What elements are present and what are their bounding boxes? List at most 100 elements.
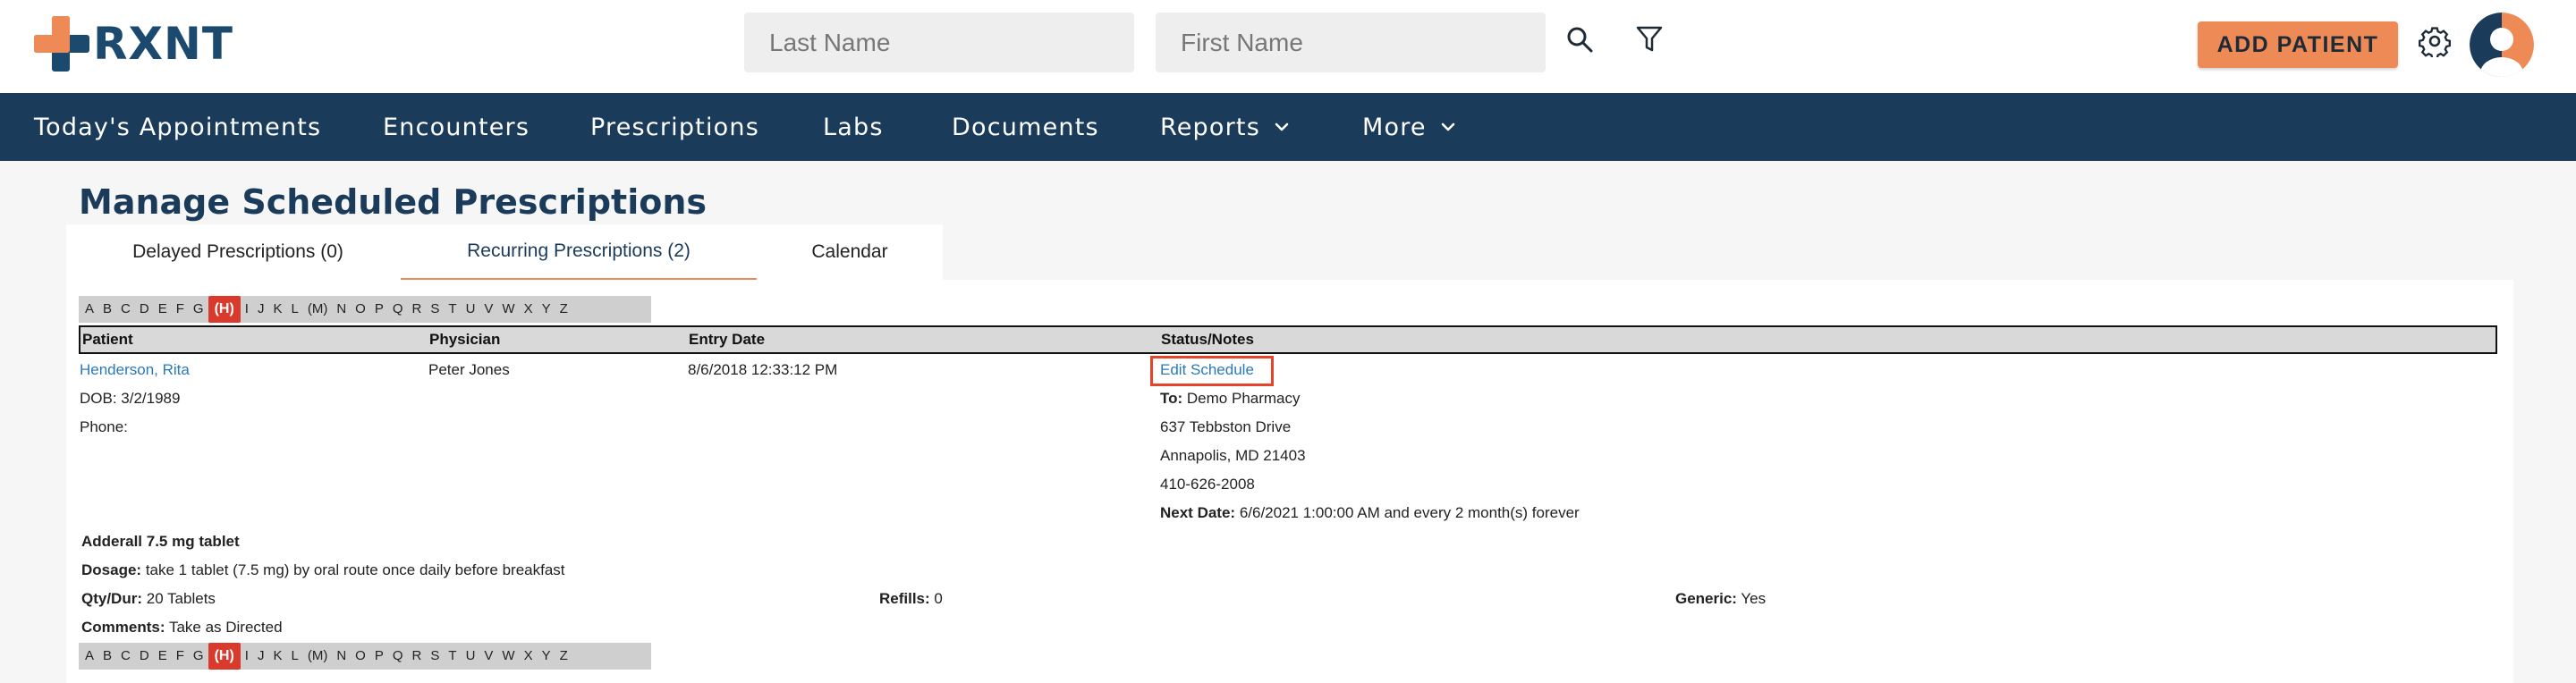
physician-name: Peter Jones [428,361,510,378]
nav-documents[interactable]: Documents [952,93,1099,161]
alpha-letter[interactable]: I [241,296,253,323]
nav-label: Prescriptions [590,113,759,141]
alpha-letter[interactable]: U [462,643,480,670]
alpha-letter[interactable]: G [189,643,208,670]
alpha-letter[interactable]: (M) [303,296,333,323]
nav-label: Documents [952,113,1099,141]
alpha-letter[interactable]: K [268,643,286,670]
alpha-letter[interactable]: R [408,643,427,670]
alpha-letter[interactable]: C [116,296,135,323]
alpha-letter[interactable]: T [444,643,461,670]
alpha-letter-selected[interactable]: (H) [208,643,241,670]
alpha-letter[interactable]: Y [538,296,555,323]
alpha-letter[interactable]: L [286,296,302,323]
alpha-letter[interactable]: P [370,296,388,323]
alpha-letter[interactable]: F [172,643,189,670]
first-name-input[interactable] [1156,13,1546,72]
alpha-letter[interactable]: X [520,296,538,323]
tab-calendar[interactable]: Calendar [757,224,943,280]
alpha-letter[interactable]: T [444,296,461,323]
alpha-letter[interactable]: G [189,296,208,323]
alpha-letter[interactable]: W [497,643,519,670]
alpha-letter-selected[interactable]: (H) [208,296,241,323]
alphabet-filter-bottom: A B C D E F G (H) I J K L (M) N O P Q R … [79,643,651,670]
alpha-letter[interactable]: J [253,643,269,670]
gear-icon[interactable] [2417,23,2453,59]
generic-label: Generic: [1675,590,1737,607]
nav-more[interactable]: More [1362,93,1455,161]
alpha-letter[interactable]: U [462,296,480,323]
alpha-letter[interactable]: P [370,643,388,670]
nav-encounters[interactable]: Encounters [383,93,530,161]
prescription-tabs: Delayed Prescriptions (0) Recurring Pres… [66,224,943,280]
patient-dob: DOB: 3/2/1989 [80,390,181,407]
alpha-letter[interactable]: C [116,643,135,670]
alpha-letter[interactable]: A [80,643,98,670]
alpha-letter[interactable]: (M) [303,643,333,670]
nav-label: More [1362,113,1427,141]
filter-icon[interactable] [1633,23,1665,55]
alpha-letter[interactable]: D [135,643,154,670]
alpha-letter[interactable]: Q [388,643,408,670]
alpha-letter[interactable]: B [98,296,116,323]
dosage-value: take 1 tablet (7.5 mg) by oral route onc… [145,561,565,578]
alpha-letter[interactable]: D [135,296,154,323]
alpha-letter[interactable]: O [351,296,370,323]
alpha-letter[interactable]: X [520,643,538,670]
drug-generic: Generic: Yes [1675,590,1766,608]
pharmacy-to: To: Demo Pharmacy [1160,390,1301,408]
alpha-letter[interactable]: A [80,296,98,323]
alpha-letter[interactable]: N [332,643,351,670]
alpha-letter[interactable]: E [154,296,172,323]
refills-value: 0 [934,590,943,607]
column-header-status: Status/Notes [1161,331,1254,348]
pharmacy-address-line1: 637 Tebbston Drive [1160,418,1292,435]
alpha-letter[interactable]: W [497,296,519,323]
search-icon[interactable] [1563,23,1596,55]
logo-text: RXNT [93,18,234,70]
dosage-label: Dosage: [81,561,142,578]
alpha-letter[interactable]: Q [388,296,408,323]
pharmacy-phone: 410-626-2008 [1160,476,1255,493]
nav-prescriptions[interactable]: Prescriptions [590,93,759,161]
alphabet-filter-top: A B C D E F G (H) I J K L (M) N O P Q R … [79,296,651,323]
alpha-letter[interactable]: R [408,296,427,323]
alpha-letter[interactable]: S [426,296,444,323]
alpha-letter[interactable]: Z [555,296,572,323]
alpha-letter[interactable]: E [154,643,172,670]
chevron-down-icon [1275,122,1289,132]
entry-date: 8/6/2018 12:33:12 PM [688,361,838,378]
next-date: Next Date: 6/6/2021 1:00:00 AM and every… [1160,504,1580,522]
patient-phone: Phone: [80,418,128,435]
alpha-letter[interactable]: N [332,296,351,323]
alpha-letter[interactable]: F [172,296,189,323]
nav-todays-appointments[interactable]: Today's Appointments [34,93,321,161]
column-header-patient: Patient [82,331,133,348]
alpha-letter[interactable]: Y [538,643,555,670]
tab-delayed-prescriptions[interactable]: Delayed Prescriptions (0) [66,224,410,280]
alpha-letter[interactable]: V [479,643,497,670]
alpha-letter[interactable]: J [253,296,269,323]
nav-labs[interactable]: Labs [823,93,884,161]
patient-name-link[interactable]: Henderson, Rita [80,361,190,379]
alpha-letter[interactable]: I [241,643,253,670]
alpha-letter[interactable]: Z [555,643,572,670]
nav-reports[interactable]: Reports [1160,93,1289,161]
next-date-label: Next Date: [1160,504,1236,521]
add-patient-button[interactable]: ADD PATIENT [2198,21,2398,68]
drug-name: Adderall 7.5 mg tablet [81,533,240,550]
edit-schedule-link[interactable]: Edit Schedule [1160,361,1254,379]
next-date-value: 6/6/2021 1:00:00 AM and every 2 month(s)… [1239,504,1580,521]
tab-recurring-prescriptions[interactable]: Recurring Prescriptions (2) [401,224,757,280]
main-nav: Today's Appointments Encounters Prescrip… [0,93,2576,161]
rxnt-logo[interactable]: RXNT [34,16,233,72]
last-name-input[interactable] [744,13,1134,72]
alpha-letter[interactable]: B [98,643,116,670]
nav-label: Labs [823,113,884,141]
alpha-letter[interactable]: K [268,296,286,323]
alpha-letter[interactable]: O [351,643,370,670]
alpha-letter[interactable]: L [286,643,302,670]
alpha-letter[interactable]: V [479,296,497,323]
user-avatar-icon[interactable] [2470,13,2534,77]
alpha-letter[interactable]: S [426,643,444,670]
